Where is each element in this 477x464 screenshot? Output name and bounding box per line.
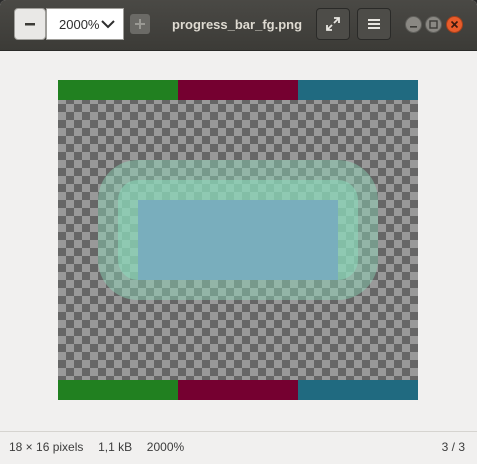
- image-canvas[interactable]: [0, 51, 477, 431]
- zoom-in-button[interactable]: [130, 14, 150, 34]
- hamburger-menu-icon: [368, 19, 380, 29]
- header-bar: 2000% progress_bar_fg.png: [0, 0, 477, 51]
- menu-button[interactable]: [357, 8, 391, 40]
- close-icon: [450, 20, 459, 29]
- maximize-button[interactable]: [425, 16, 442, 33]
- zoom-out-button[interactable]: [14, 8, 46, 40]
- close-button[interactable]: [446, 16, 463, 33]
- bottom-stripe-teal: [298, 380, 418, 400]
- zoom-level-dropdown[interactable]: 2000%: [46, 8, 124, 40]
- status-bar: 18 × 16 pixels 1,1 kB 2000% 3 / 3: [0, 431, 477, 464]
- top-stripe-green: [58, 80, 178, 100]
- progress-bar-fill: [138, 200, 338, 280]
- minimize-icon: [410, 26, 417, 28]
- top-stripe-maroon: [178, 80, 298, 100]
- window-title: progress_bar_fg.png: [172, 17, 303, 32]
- image-dimensions: 18 × 16 pixels: [9, 440, 84, 454]
- bottom-stripe-maroon: [178, 380, 298, 400]
- plus-icon: [135, 19, 145, 29]
- image-preview: [58, 80, 418, 400]
- file-size: 1,1 kB: [98, 440, 133, 454]
- fullscreen-button[interactable]: [316, 8, 350, 40]
- minus-icon: [25, 23, 35, 26]
- chevron-down-icon: [101, 20, 115, 29]
- maximize-icon: [429, 20, 438, 29]
- status-zoom: 2000%: [146, 440, 185, 454]
- fullscreen-icon: [326, 17, 340, 31]
- zoom-level-value: 2000%: [59, 17, 100, 32]
- bottom-stripe-green: [58, 380, 178, 400]
- minimize-button[interactable]: [405, 16, 422, 33]
- top-stripe-teal: [298, 80, 418, 100]
- image-position: 3 / 3: [441, 440, 465, 454]
- image-viewer-window: 2000% progress_bar_fg.png 18 × 16 pixels…: [0, 0, 477, 464]
